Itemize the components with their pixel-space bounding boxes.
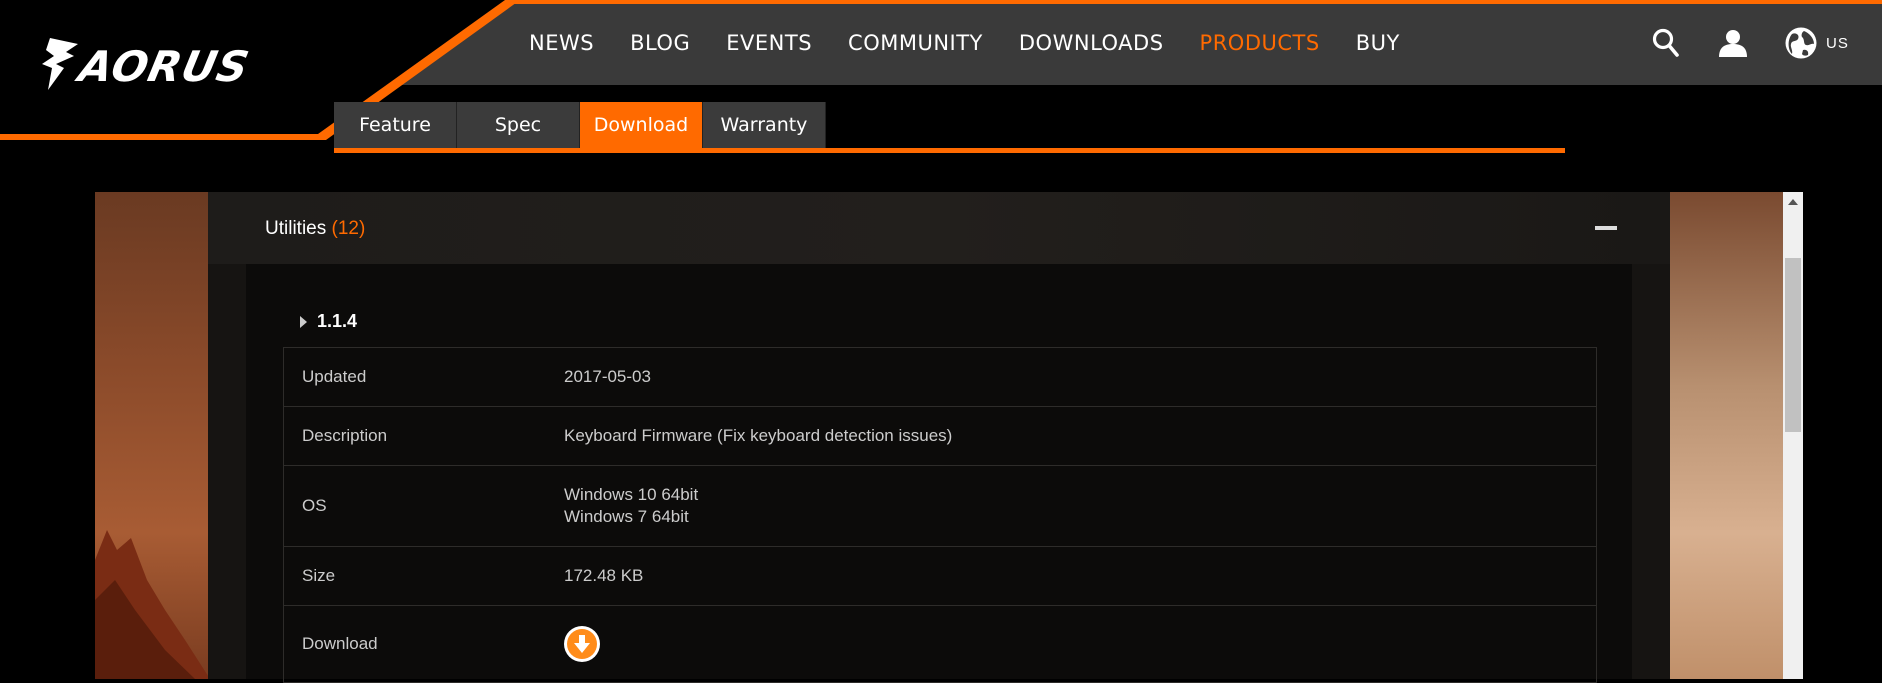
- os-item: Windows 7 64bit: [564, 507, 689, 526]
- row-value-size: 172.48 KB: [564, 566, 644, 585]
- row-label-download: Download: [302, 634, 378, 653]
- nav-buy[interactable]: BUY: [1356, 31, 1400, 55]
- download-details-table: Updated 2017-05-03 Description Keyboard …: [283, 347, 1597, 683]
- nav-blog[interactable]: BLOG: [630, 31, 690, 55]
- nav-events[interactable]: EVENTS: [726, 31, 812, 55]
- download-arrow-icon: [574, 635, 590, 653]
- tab-warranty[interactable]: Warranty: [703, 102, 826, 148]
- nav-news[interactable]: NEWS: [529, 31, 594, 55]
- tab-feature[interactable]: Feature: [334, 102, 457, 148]
- section-title-text: Utilities: [265, 218, 327, 239]
- downloads-panel: Utilities (12) 1.1.4 Updated 2017-05-03 …: [208, 192, 1670, 683]
- account-button[interactable]: [1718, 24, 1748, 62]
- minus-icon[interactable]: [1595, 226, 1617, 230]
- row-value-os: Windows 10 64bit Windows 7 64bit: [564, 466, 1596, 546]
- search-icon: [1652, 28, 1679, 57]
- os-item: Windows 10 64bit: [564, 485, 699, 504]
- nav-products[interactable]: PRODUCTS: [1200, 31, 1320, 55]
- tab-spec[interactable]: Spec: [457, 102, 580, 148]
- tab-download[interactable]: Download: [580, 102, 703, 148]
- table-row: Description Keyboard Firmware (Fix keybo…: [284, 407, 1596, 466]
- tabs-accent-line: [334, 148, 1565, 153]
- caret-right-icon: [300, 315, 307, 328]
- page-scrollbar[interactable]: [1783, 192, 1803, 679]
- section-title: Utilities (12): [265, 218, 365, 240]
- section-body: 1.1.4 Updated 2017-05-03 Description Key…: [246, 264, 1632, 683]
- scroll-up-arrow-icon[interactable]: [1788, 199, 1798, 205]
- row-label-size: Size: [302, 566, 336, 585]
- language-button[interactable]: [1784, 24, 1818, 62]
- nav-downloads[interactable]: DOWNLOADS: [1019, 31, 1164, 55]
- brand-name: AORUS: [74, 42, 254, 91]
- table-row: Size 172.48 KB: [284, 547, 1596, 606]
- row-label-description: Description: [302, 426, 388, 445]
- search-button[interactable]: [1652, 24, 1680, 62]
- scroll-thumb[interactable]: [1785, 258, 1801, 432]
- table-row: OS Windows 10 64bit Windows 7 64bit: [284, 466, 1596, 547]
- language-code[interactable]: US: [1826, 35, 1849, 52]
- row-value-description: Keyboard Firmware (Fix keyboard detectio…: [564, 426, 953, 445]
- section-count: (12): [331, 218, 366, 239]
- section-header[interactable]: Utilities (12): [208, 192, 1670, 264]
- row-label-os: OS: [302, 496, 327, 515]
- download-button-fill: [567, 629, 597, 659]
- version-toggle[interactable]: 1.1.4: [300, 311, 357, 332]
- nav-community[interactable]: COMMUNITY: [848, 31, 983, 55]
- user-icon: [1719, 30, 1747, 57]
- version-number: 1.1.4: [317, 311, 358, 331]
- download-button[interactable]: [564, 626, 600, 662]
- site-header: AORUS NEWS BLOG EVENTS COMMUNITY DOWNLOA…: [0, 0, 1882, 160]
- main-nav: NEWS BLOG EVENTS COMMUNITY DOWNLOADS PRO…: [529, 31, 1436, 55]
- product-tabs: Feature Spec Download Warranty: [334, 102, 826, 148]
- globe-icon: [1785, 27, 1817, 59]
- row-value-download: [564, 606, 1596, 682]
- row-label-updated: Updated: [302, 367, 367, 386]
- row-value-updated: 2017-05-03: [564, 367, 651, 386]
- table-row: Updated 2017-05-03: [284, 348, 1596, 407]
- mountain-artwork: [95, 530, 210, 679]
- table-row: Download: [284, 606, 1596, 683]
